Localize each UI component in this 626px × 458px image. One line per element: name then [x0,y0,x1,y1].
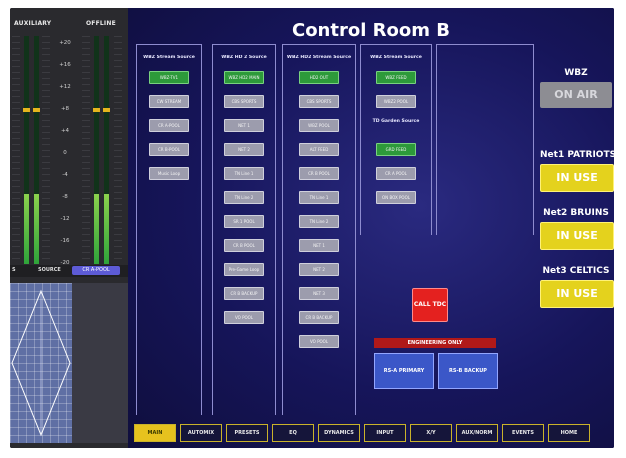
column-wbz-hd2-source: WBZ HD 2 Source WBZ HD2 MAIN CBS SPORTS … [212,44,276,415]
source-button[interactable]: TN Line 2 [224,191,264,204]
meter-scale: +20 +16 +12 +8 +4 0 -4 -8 -12 -16 -20 [59,40,71,266]
net3-in-use-indicator: IN USE [540,280,614,308]
source-button[interactable]: CR B POOL [299,167,339,180]
column-wbz-stream: WBZ Stream Source WBZ-TV1 CW STREAM CR A… [136,44,202,415]
source-button[interactable]: TN Line 2 [299,215,339,228]
aux-meter-title: AUXILIARY [14,20,52,27]
xy-pan-grid[interactable] [10,283,72,443]
source-button[interactable]: CR B BACKUP [224,287,264,300]
source-button[interactable]: NET 1 [299,239,339,252]
source-button[interactable]: CR B BACKUP [299,311,339,324]
source-row: S SOURCE CR A-POOL [10,265,128,277]
engineering-only-banner: ENGINEERING ONLY [374,338,496,348]
source-select[interactable]: CR A-POOL [72,266,120,275]
offline-meter-right [103,36,110,264]
source-button[interactable]: NET 1 [224,119,264,132]
source-button[interactable]: CW STREAM [149,95,189,108]
source-button[interactable]: CR A-POOL [149,119,189,132]
aux-meter-right [33,36,40,264]
main-panel: Control Room B WBZ Stream Source WBZ-TV1… [128,8,614,448]
meter-ticks [82,36,90,264]
meter-ticks [114,36,122,264]
source-button[interactable]: WBZ HD2 MAIN [224,71,264,84]
source-button[interactable]: CR B-POOL [149,143,189,156]
console-screen: AUXILIARY OFFLINE +20 +16 +12 +8 +4 0 -4 -8 -1… [10,8,614,448]
source-button[interactable]: SR 1 POOL [224,215,264,228]
page-title: Control Room B [291,20,450,41]
meter-ticks [42,36,50,264]
xy-side-panel [72,283,128,443]
source-button[interactable]: WBZ-TV1 [149,71,189,84]
column-wbz-hd2-stream: WBZ HD2 Stream Source HD2 OUT CBS SPORTS… [282,44,356,415]
source-button[interactable]: GRD FEED [376,143,416,156]
nav-xy[interactable]: X/Y [410,424,452,442]
source-button[interactable]: Music Loop [149,167,189,180]
source-button[interactable]: TN Line 1 [299,191,339,204]
column-empty [436,44,534,235]
nav-events[interactable]: EVENTS [502,424,544,442]
aux-meter-left [23,36,30,264]
offline-meter-left [93,36,100,264]
net3-status-label: Net3 CELTICS [542,266,610,276]
net1-status-label: Net1 PATRIOTS [540,150,614,160]
source-button[interactable]: WBZ2 POOL [376,95,416,108]
nav-input[interactable]: INPUT [364,424,406,442]
source-button[interactable]: VO POOL [224,311,264,324]
nav-aux-norm[interactable]: AUX/NORM [456,424,498,442]
offline-meter-title: OFFLINE [86,20,116,27]
net2-in-use-indicator: IN USE [540,222,614,250]
wbz-on-air-indicator: ON AIR [540,82,612,108]
nav-home[interactable]: HOME [548,424,590,442]
rs-a-primary-button[interactable]: RS-A PRIMARY [374,353,434,389]
net2-status-label: Net2 BRUINS [543,208,609,218]
call-tdc-button[interactable]: CALL TDC [412,288,448,322]
rs-b-backup-button[interactable]: RS-B BACKUP [438,353,498,389]
source-button[interactable]: CR A POOL [376,167,416,180]
nav-dynamics[interactable]: DYNAMICS [318,424,360,442]
source-button[interactable]: NET 3 [299,287,339,300]
source-button[interactable]: TN Line 1 [224,167,264,180]
source-button[interactable]: NET 2 [224,143,264,156]
nav-presets[interactable]: PRESETS [226,424,268,442]
column-wbz-stream-td-garden: WBZ Stream Source WBZ FEED WBZ2 POOL TD … [360,44,432,235]
nav-automix[interactable]: AUTOMIX [180,424,222,442]
source-button[interactable]: CBS SPORTS [224,95,264,108]
source-button[interactable]: ON BOX POOL [376,191,416,204]
bottom-nav: MAIN AUTOMIX PRESETS EQ DYNAMICS INPUT X… [128,420,614,444]
nav-main[interactable]: MAIN [134,424,176,442]
source-button[interactable]: WBZ POOL [299,119,339,132]
meter-strip: AUXILIARY OFFLINE +20 +16 +12 +8 +4 0 -4 -8 -1… [10,8,128,448]
source-label: SOURCE [38,267,61,273]
source-button[interactable]: VO POOL [299,335,339,348]
source-button[interactable]: Pre-Game Loop [224,263,264,276]
net1-in-use-indicator: IN USE [540,164,614,192]
source-button[interactable]: ALT FEED [299,143,339,156]
source-button[interactable]: HD2 OUT [299,71,339,84]
source-button[interactable]: CBS SPORTS [299,95,339,108]
meter-ticks [12,36,20,264]
nav-eq[interactable]: EQ [272,424,314,442]
wbz-status-label: WBZ [564,68,588,78]
source-button[interactable]: NET 2 [299,263,339,276]
source-button[interactable]: CR B POOL [224,239,264,252]
td-garden-subheader: TD Garden Source [372,119,420,124]
source-button[interactable]: WBZ FEED [376,71,416,84]
